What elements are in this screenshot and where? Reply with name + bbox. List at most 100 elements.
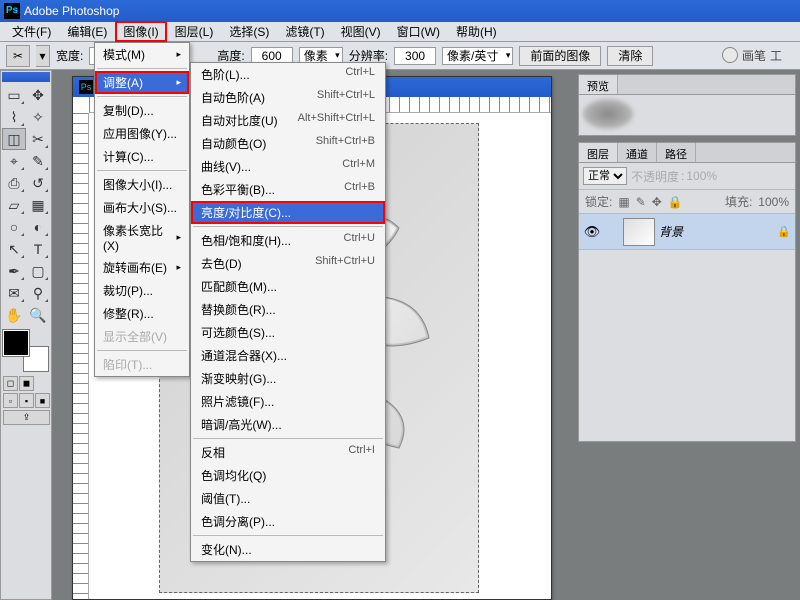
menu-window[interactable]: 窗口(W): [389, 21, 448, 42]
crop-tool-preset[interactable]: ✂: [6, 45, 30, 67]
navigator-thumbnail[interactable]: [583, 99, 633, 129]
eyedropper-tool[interactable]: ⚲: [26, 282, 50, 304]
photoshop-icon: Ps: [79, 80, 93, 94]
gradient-tool[interactable]: ▦: [26, 194, 50, 216]
menu-edit[interactable]: 编辑(E): [59, 21, 115, 42]
menu-pixel-aspect[interactable]: 像素长宽比(X)▸: [95, 219, 189, 256]
paths-tab[interactable]: 路径: [657, 143, 696, 162]
tool-preset-dropdown[interactable]: ▾: [36, 45, 50, 67]
visibility-icon[interactable]: 👁: [583, 224, 601, 240]
adj-autocontrast[interactable]: 自动对比度(U)Alt+Shift+Ctrl+L: [191, 109, 385, 132]
move-tool[interactable]: ✥: [26, 84, 50, 106]
menu-file[interactable]: 文件(F): [4, 21, 59, 42]
clear-button[interactable]: 清除: [607, 46, 653, 66]
adj-shadowhighlight[interactable]: 暗调/高光(W)...: [191, 413, 385, 436]
adj-invert[interactable]: 反相Ctrl+I: [191, 441, 385, 464]
layer-thumbnail[interactable]: [623, 218, 655, 246]
brush-tool[interactable]: ✎: [26, 150, 50, 172]
layer-row-background[interactable]: 👁 背景 🔒: [579, 214, 795, 250]
adj-autolevels[interactable]: 自动色阶(A)Shift+Ctrl+L: [191, 86, 385, 109]
tool-palette: ▭ ✥ ⌇ ✧ ◫ ✂ ⌖ ✎ ⎙ ↺ ▱ ▦ ○ ◐ ↖ T ✒ ▢ ✉ ⚲ …: [0, 70, 52, 600]
type-tool[interactable]: T: [26, 238, 50, 260]
screen-mode-1-icon[interactable]: ▫: [3, 393, 18, 408]
tool-presets-label: 工: [770, 47, 782, 64]
shape-tool[interactable]: ▢: [26, 260, 50, 282]
menu-layer[interactable]: 图层(L): [167, 21, 222, 42]
blend-mode-select[interactable]: 正常: [583, 167, 627, 185]
lock-all-icon[interactable]: 🔒: [668, 195, 683, 209]
zoom-tool[interactable]: 🔍: [26, 304, 50, 326]
adj-channelmixer[interactable]: 通道混合器(X)...: [191, 344, 385, 367]
adj-curves[interactable]: 曲线(V)...Ctrl+M: [191, 155, 385, 178]
brush-panel-toggle[interactable]: 画笔 工: [722, 44, 792, 66]
adj-huesat[interactable]: 色相/饱和度(H)...Ctrl+U: [191, 229, 385, 252]
title-bar: Ps Adobe Photoshop: [0, 0, 800, 22]
palette-grip[interactable]: [2, 72, 50, 82]
adj-autocolor[interactable]: 自动颜色(O)Shift+Ctrl+B: [191, 132, 385, 155]
resolution-unit-select[interactable]: 像素/英寸: [442, 47, 513, 65]
adj-levels[interactable]: 色阶(L)...Ctrl+L: [191, 63, 385, 86]
adj-photofilter[interactable]: 照片滤镜(F)...: [191, 390, 385, 413]
dodge-tool[interactable]: ◐: [26, 216, 50, 238]
notes-tool[interactable]: ✉: [2, 282, 26, 304]
menu-mode[interactable]: 模式(M)▸: [95, 43, 189, 66]
menu-image[interactable]: 图像(I): [115, 21, 166, 42]
stamp-tool[interactable]: ⎙: [2, 172, 26, 194]
layer-name[interactable]: 背景: [659, 223, 777, 240]
menu-canvas-size[interactable]: 画布大小(S)...: [95, 196, 189, 219]
menu-duplicate[interactable]: 复制(D)...: [95, 99, 189, 122]
adj-matchcolor[interactable]: 匹配颜色(M)...: [191, 275, 385, 298]
marquee-tool[interactable]: ▭: [2, 84, 26, 106]
lock-transparency-icon[interactable]: ▦: [618, 195, 629, 209]
adj-colorbalance[interactable]: 色彩平衡(B)...Ctrl+B: [191, 178, 385, 201]
resolution-input[interactable]: [394, 47, 436, 65]
menu-trim[interactable]: 修整(R)...: [95, 302, 189, 325]
hand-tool[interactable]: ✋: [2, 304, 26, 326]
menu-apply-image[interactable]: 应用图像(Y)...: [95, 122, 189, 145]
screen-mode-2-icon[interactable]: ▪: [19, 393, 34, 408]
lock-paint-icon[interactable]: ✎: [636, 195, 646, 209]
menu-adjustments[interactable]: 调整(A)▸: [95, 71, 189, 94]
adj-posterize[interactable]: 色调分离(P)...: [191, 510, 385, 533]
navigator-panel: 预览: [578, 74, 796, 136]
menu-filter[interactable]: 滤镜(T): [277, 21, 332, 42]
vertical-ruler[interactable]: [73, 113, 89, 599]
crop-tool[interactable]: ◫: [2, 128, 26, 150]
lasso-tool[interactable]: ⌇: [2, 106, 26, 128]
adj-variations[interactable]: 变化(N)...: [191, 538, 385, 561]
pen-tool[interactable]: ✒: [2, 260, 26, 282]
adj-selectivecolor[interactable]: 可选颜色(S)...: [191, 321, 385, 344]
menu-image-size[interactable]: 图像大小(I)...: [95, 173, 189, 196]
menu-rotate-canvas[interactable]: 旋转画布(E)▸: [95, 256, 189, 279]
menu-help[interactable]: 帮助(H): [448, 21, 505, 42]
jump-to-button[interactable]: ⇪: [3, 410, 50, 425]
path-select-tool[interactable]: ↖: [2, 238, 26, 260]
menu-calculations[interactable]: 计算(C)...: [95, 145, 189, 168]
foreground-color[interactable]: [3, 330, 29, 356]
layers-tab[interactable]: 图层: [579, 143, 618, 162]
standard-mode-icon[interactable]: ◻: [3, 376, 18, 391]
screen-mode-3-icon[interactable]: ■: [35, 393, 50, 408]
adj-gradientmap[interactable]: 渐变映射(G)...: [191, 367, 385, 390]
eraser-tool[interactable]: ▱: [2, 194, 26, 216]
color-swatches[interactable]: [3, 330, 49, 372]
front-image-button[interactable]: 前面的图像: [519, 46, 601, 66]
menu-crop[interactable]: 裁切(P)...: [95, 279, 189, 302]
adj-brightness-contrast[interactable]: 亮度/对比度(C)...: [191, 201, 385, 224]
adj-equalize[interactable]: 色调均化(Q): [191, 464, 385, 487]
lock-move-icon[interactable]: ✥: [652, 195, 662, 209]
wand-tool[interactable]: ✧: [26, 106, 50, 128]
heal-tool[interactable]: ⌖: [2, 150, 26, 172]
history-brush-tool[interactable]: ↺: [26, 172, 50, 194]
menu-select[interactable]: 选择(S): [221, 21, 277, 42]
navigator-tab[interactable]: 预览: [579, 75, 618, 94]
menu-view[interactable]: 视图(V): [333, 21, 389, 42]
channels-tab[interactable]: 通道: [618, 143, 657, 162]
quickmask-mode-icon[interactable]: ◼: [19, 376, 34, 391]
blur-tool[interactable]: ○: [2, 216, 26, 238]
adj-replacecolor[interactable]: 替换颜色(R)...: [191, 298, 385, 321]
side-panels: 预览 图层 通道 路径 正常 不透明度:100% 锁定: ▦ ✎ ✥ 🔒 填充:…: [578, 74, 796, 448]
slice-tool[interactable]: ✂: [26, 128, 50, 150]
adj-desaturate[interactable]: 去色(D)Shift+Ctrl+U: [191, 252, 385, 275]
adj-threshold[interactable]: 阈值(T)...: [191, 487, 385, 510]
